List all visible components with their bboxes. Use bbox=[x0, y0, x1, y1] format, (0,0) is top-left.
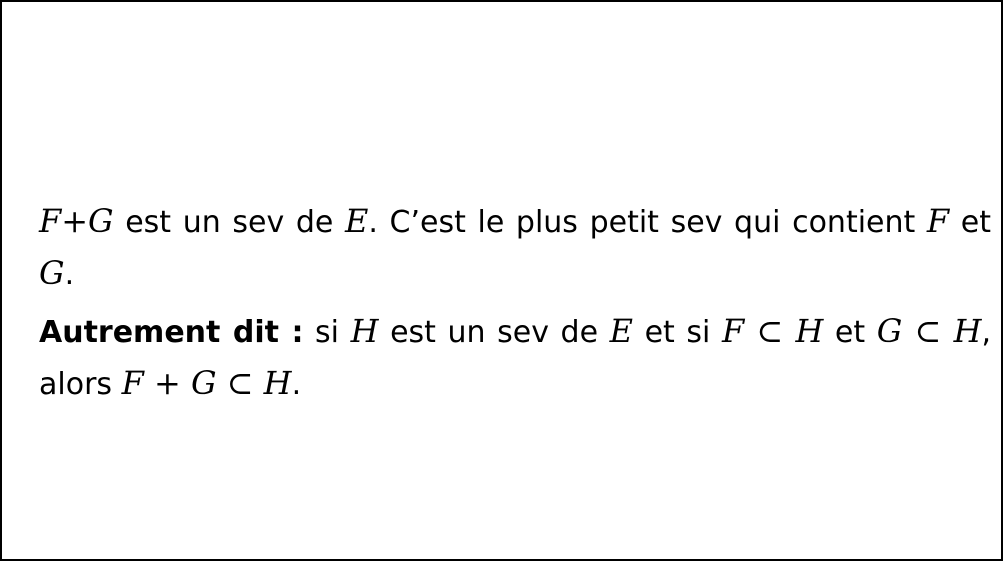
math-subset: ⊂ bbox=[216, 364, 264, 402]
definition-paragraph: F+G est un sev de E. C’est le plus petit… bbox=[39, 196, 991, 300]
text-segment: et bbox=[949, 205, 991, 240]
math-var-h: H bbox=[795, 312, 824, 350]
slide: F+G est un sev de E. C’est le plus petit… bbox=[0, 0, 1003, 561]
math-var-f: F bbox=[39, 202, 62, 240]
restatement-paragraph: Autrement dit : si H est un sev de E et … bbox=[39, 306, 991, 410]
text-segment: . bbox=[64, 257, 75, 292]
text-segment: est un sev de bbox=[378, 315, 610, 350]
math-var-h: H bbox=[263, 364, 292, 402]
math-var-e: E bbox=[609, 312, 634, 350]
text-segment: . bbox=[291, 367, 302, 402]
text-segment: et bbox=[823, 315, 877, 350]
math-var-f: F bbox=[121, 364, 144, 402]
math-var-g: G bbox=[88, 202, 114, 240]
text-segment: et si bbox=[633, 315, 722, 350]
math-var-e: E bbox=[344, 202, 369, 240]
math-var-g: G bbox=[190, 364, 217, 402]
math-subset: ⊂ bbox=[902, 312, 954, 350]
math-subset: ⊂ bbox=[744, 312, 796, 350]
bold-lead-in: Autrement dit : bbox=[39, 315, 304, 350]
slide-content: F+G est un sev de E. C’est le plus petit… bbox=[39, 196, 991, 410]
text-segment: est un sev de bbox=[113, 205, 345, 240]
math-plus: + bbox=[61, 202, 89, 240]
math-plus: + bbox=[143, 364, 191, 402]
math-var-f: F bbox=[721, 312, 745, 350]
text-segment: si bbox=[303, 315, 351, 350]
math-var-f: F bbox=[926, 202, 950, 240]
math-var-g: G bbox=[876, 312, 903, 350]
math-var-h: H bbox=[953, 312, 982, 350]
math-var-h: H bbox=[350, 312, 379, 350]
text-segment: . C’est le plus petit sev qui contient bbox=[368, 205, 927, 240]
math-var-g: G bbox=[39, 254, 65, 292]
